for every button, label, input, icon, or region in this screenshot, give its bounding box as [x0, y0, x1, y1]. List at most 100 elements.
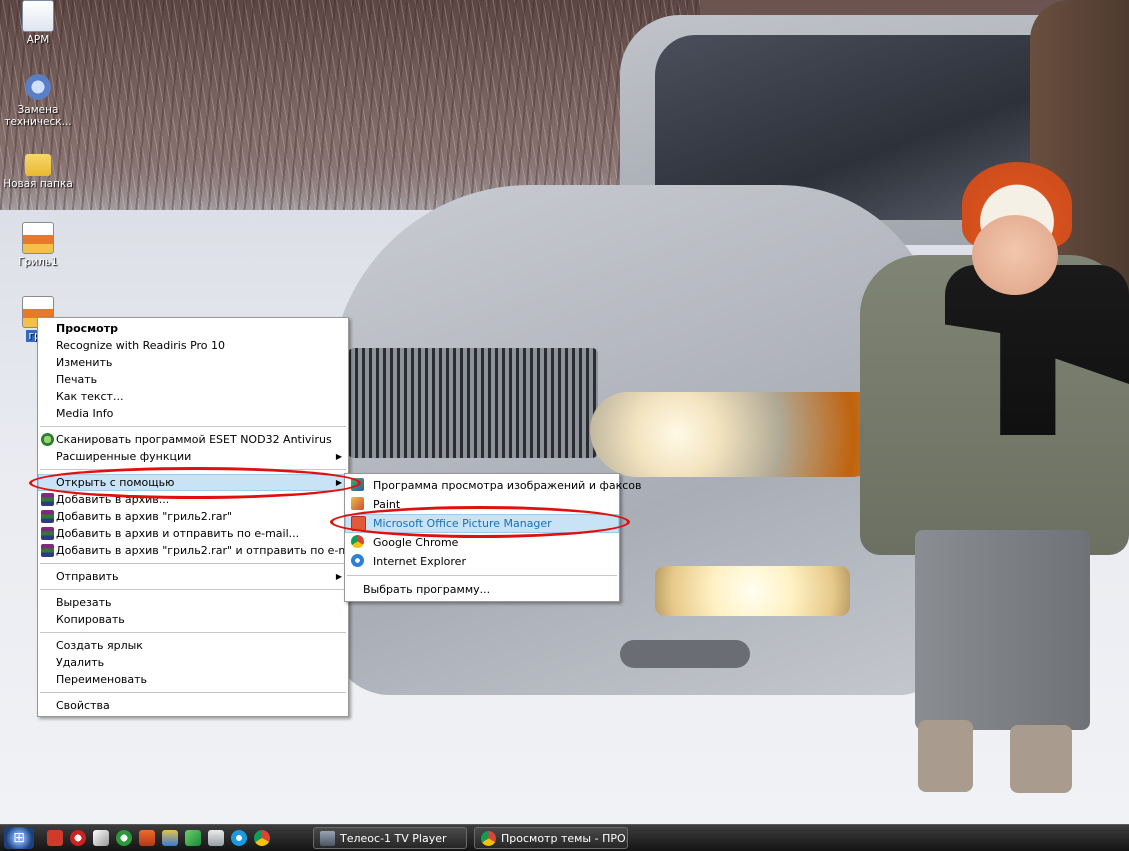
start-button[interactable]: ⊞ — [4, 827, 34, 849]
tv-player-icon — [320, 831, 335, 846]
chrome-icon — [481, 831, 496, 846]
taskbar-task-chrome[interactable]: Просмотр темы - ПРО... — [474, 827, 628, 849]
menu-item-label: Google Chrome — [373, 536, 459, 549]
chrome-icon — [351, 535, 364, 548]
desktop-icon-arm[interactable]: АРМ — [1, 0, 75, 46]
quicklaunch-app-icon[interactable] — [185, 830, 201, 846]
menu-item-extended-functions[interactable]: Расширенные функции ▶ — [38, 448, 348, 465]
quicklaunch-app-icon[interactable] — [162, 830, 178, 846]
wallpaper-child-face — [972, 215, 1058, 295]
folder-icon — [25, 154, 51, 176]
skype-icon[interactable] — [231, 830, 247, 846]
menu-separator — [40, 632, 346, 633]
menu-item-print[interactable]: Печать — [38, 371, 348, 388]
menu-item-readiris[interactable]: Recognize with Readiris Pro 10 — [38, 337, 348, 354]
menu-item-rar-email[interactable]: Добавить в архив "гриль2.rar" и отправит… — [38, 542, 362, 559]
taskbar: ⊞ Телеос-1 TV Player Просмотр темы - ПРО… — [0, 824, 1129, 851]
submenu-item-image-viewer[interactable]: Программа просмотра изображений и факсов — [345, 476, 642, 495]
menu-item-label: Создать ярлык — [56, 639, 143, 652]
quicklaunch-app-icon[interactable] — [93, 830, 109, 846]
desktop-icon-gril1[interactable]: Гриль1 — [1, 222, 75, 268]
menu-item-label: Изменить — [56, 356, 113, 369]
menu-item-add-to-rar[interactable]: Добавить в архив "гриль2.rar" — [38, 508, 348, 525]
menu-item-label: Добавить в архив и отправить по e-mail..… — [56, 527, 300, 540]
menu-item-label: Печать — [56, 373, 98, 386]
menu-separator — [40, 563, 346, 564]
submenu-item-ie[interactable]: Internet Explorer — [345, 552, 619, 571]
quicklaunch-app-icon[interactable] — [139, 830, 155, 846]
wallpaper-car-grille — [348, 348, 598, 458]
menu-item-label: Добавить в архив "гриль2.rar" и отправит… — [56, 544, 362, 557]
desktop-icon-label: АРМ — [26, 34, 50, 46]
menu-separator — [40, 426, 346, 427]
winrar-icon — [41, 527, 54, 540]
menu-item-label: Добавить в архив "гриль2.rar" — [56, 510, 233, 523]
menu-item-cut[interactable]: Вырезать — [38, 594, 348, 611]
menu-separator — [40, 589, 346, 590]
desktop-icon-label: Новая папка — [3, 178, 73, 190]
taskbar-task-tv-player[interactable]: Телеос-1 TV Player — [313, 827, 467, 849]
taskbar-task-label: Просмотр темы - ПРО... — [501, 832, 628, 845]
menu-item-label: Программа просмотра изображений и факсов — [373, 479, 642, 492]
winrar-icon — [41, 510, 54, 523]
menu-item-label: Сканировать программой ESET NOD32 Antivi… — [56, 433, 332, 446]
menu-item-delete[interactable]: Удалить — [38, 654, 348, 671]
submenu-arrow-icon: ▶ — [335, 452, 342, 461]
menu-separator — [347, 575, 617, 576]
submenu-arrow-icon: ▶ — [335, 572, 342, 581]
menu-item-label: Свойства — [56, 699, 110, 712]
menu-item-eset-scan[interactable]: Сканировать программой ESET NOD32 Antivi… — [38, 431, 348, 448]
menu-item-edit[interactable]: Изменить — [38, 354, 348, 371]
menu-item-label: Переименовать — [56, 673, 148, 686]
menu-item-copy[interactable]: Копировать — [38, 611, 348, 628]
menu-item-send-to[interactable]: Отправить ▶ — [38, 568, 348, 585]
desktop-icon-new-folder[interactable]: Новая папка — [1, 148, 75, 190]
image-file-icon — [22, 222, 54, 254]
menu-item-preview[interactable]: Просмотр — [38, 320, 348, 337]
wallpaper-car-bumper — [620, 640, 750, 668]
quicklaunch-app-icon[interactable] — [47, 830, 63, 846]
wallpaper-child-pants — [915, 530, 1090, 730]
menu-item-label: Выбрать программу... — [363, 583, 491, 596]
desktop-icon-label: Замена техническ... — [4, 104, 72, 128]
menu-item-as-text[interactable]: Как текст... — [38, 388, 348, 405]
annotation-ring-open-with — [29, 467, 361, 499]
menu-item-label: Вырезать — [56, 596, 112, 609]
menu-item-label: Recognize with Readiris Pro 10 — [56, 339, 226, 352]
menu-item-label: Копировать — [56, 613, 125, 626]
menu-item-label: Удалить — [56, 656, 105, 669]
desktop-icon-label: Гриль1 — [18, 256, 58, 268]
submenu-item-choose-program[interactable]: Выбрать программу... — [345, 580, 619, 599]
wallpaper-car-foglight — [655, 566, 850, 616]
chrome-icon[interactable] — [254, 830, 270, 846]
eset-icon — [41, 433, 54, 446]
wallpaper-child-boot — [1010, 725, 1072, 793]
menu-item-label: Как текст... — [56, 390, 124, 403]
winrar-icon — [41, 544, 54, 557]
wallpaper-child-boot — [918, 720, 973, 792]
menu-item-properties[interactable]: Свойства — [38, 697, 348, 714]
menu-item-label: Отправить — [56, 570, 119, 583]
menu-item-archive-email[interactable]: Добавить в архив и отправить по e-mail..… — [38, 525, 348, 542]
menu-item-rename[interactable]: Переименовать — [38, 671, 348, 688]
quicklaunch-app-icon[interactable] — [70, 830, 86, 846]
menu-item-label: Internet Explorer — [373, 555, 466, 568]
desktop-icon-replace[interactable]: Замена техническ... — [1, 72, 75, 128]
wallpaper-car-headlight — [590, 392, 880, 477]
menu-item-create-shortcut[interactable]: Создать ярлык — [38, 637, 348, 654]
utorrent-icon[interactable] — [116, 830, 132, 846]
taskbar-task-label: Телеос-1 TV Player — [340, 832, 447, 845]
menu-item-label: Media Info — [56, 407, 114, 420]
paint-icon — [351, 497, 364, 510]
menu-item-label: Расширенные функции — [56, 450, 192, 463]
menu-separator — [40, 692, 346, 693]
winrar-icon — [41, 493, 54, 506]
gear-icon — [23, 72, 53, 102]
document-icon — [22, 0, 54, 32]
menu-item-label: Просмотр — [56, 322, 118, 335]
annotation-ring-picture-manager — [330, 506, 630, 538]
menu-item-media-info[interactable]: Media Info — [38, 405, 348, 422]
internet-explorer-icon — [351, 554, 364, 567]
context-menu: Просмотр Recognize with Readiris Pro 10 … — [37, 317, 362, 717]
quicklaunch-app-icon[interactable] — [208, 830, 224, 846]
